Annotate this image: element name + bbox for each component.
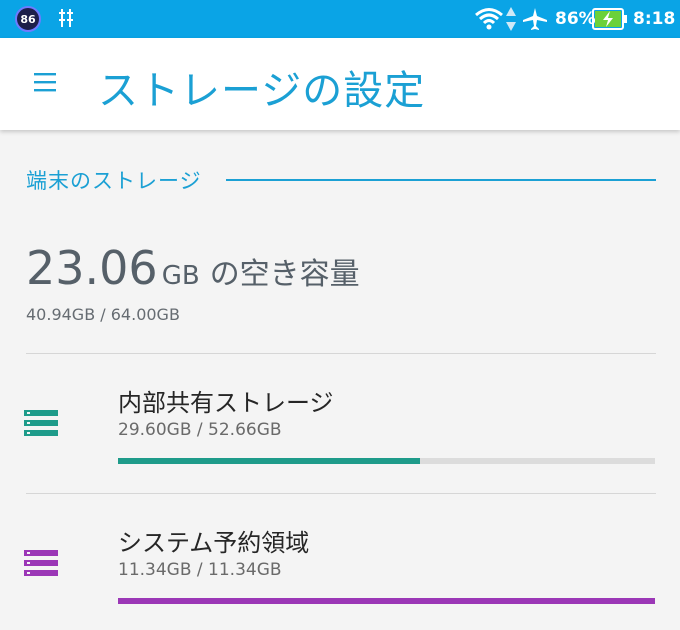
wifi-icon <box>475 8 503 30</box>
app-bar: ストレージの設定 <box>0 38 680 130</box>
storage-item-title: 内部共有ストレージ <box>118 389 334 417</box>
free-space-value: 23.06 <box>26 241 158 295</box>
storage-progress-fill <box>118 598 655 604</box>
storage-content: 端末のストレージ 23.06 GB の空き容量 40.94GB / 64.00GB … <box>0 131 680 630</box>
used-total-text: 40.94GB / 64.00GB <box>26 305 180 324</box>
clock: 8:18 <box>633 9 676 29</box>
section-title: 端末のストレージ <box>26 165 210 195</box>
free-space-label: の空き容量 <box>209 257 360 292</box>
storage-item-title: システム予約領域 <box>118 529 310 557</box>
storage-progress-bar <box>118 458 655 464</box>
section-divider <box>226 179 656 181</box>
storage-item-usage: 11.34GB / 11.34GB <box>118 560 282 580</box>
section-header: 端末のストレージ <box>26 165 656 195</box>
data-arrows-icon <box>506 7 516 31</box>
storage-progress-bar <box>118 598 655 604</box>
status-bar: 86 86% 8:18 <box>0 0 680 38</box>
storage-item-internal-shared[interactable]: 内部共有ストレージ 29.60GB / 52.66GB <box>0 354 680 484</box>
storage-stack-icon <box>24 550 58 576</box>
storage-item-usage: 29.60GB / 52.66GB <box>118 420 282 440</box>
hamburger-menu-icon[interactable] <box>34 71 56 93</box>
storage-stack-icon <box>24 410 58 436</box>
storage-item-system-reserved[interactable]: システム予約領域 11.34GB / 11.34GB <box>0 494 680 624</box>
battery-percent: 86% <box>555 9 596 29</box>
battery-charging-icon <box>592 8 627 30</box>
free-space-unit: GB <box>161 261 200 291</box>
usb-debug-icon <box>59 9 73 27</box>
page-title: ストレージの設定 <box>98 68 426 114</box>
storage-progress-fill <box>118 458 420 464</box>
free-space-summary: 23.06 GB の空き容量 <box>26 241 360 295</box>
airplane-mode-icon <box>523 8 547 30</box>
notification-badge-icon: 86 <box>15 6 41 32</box>
